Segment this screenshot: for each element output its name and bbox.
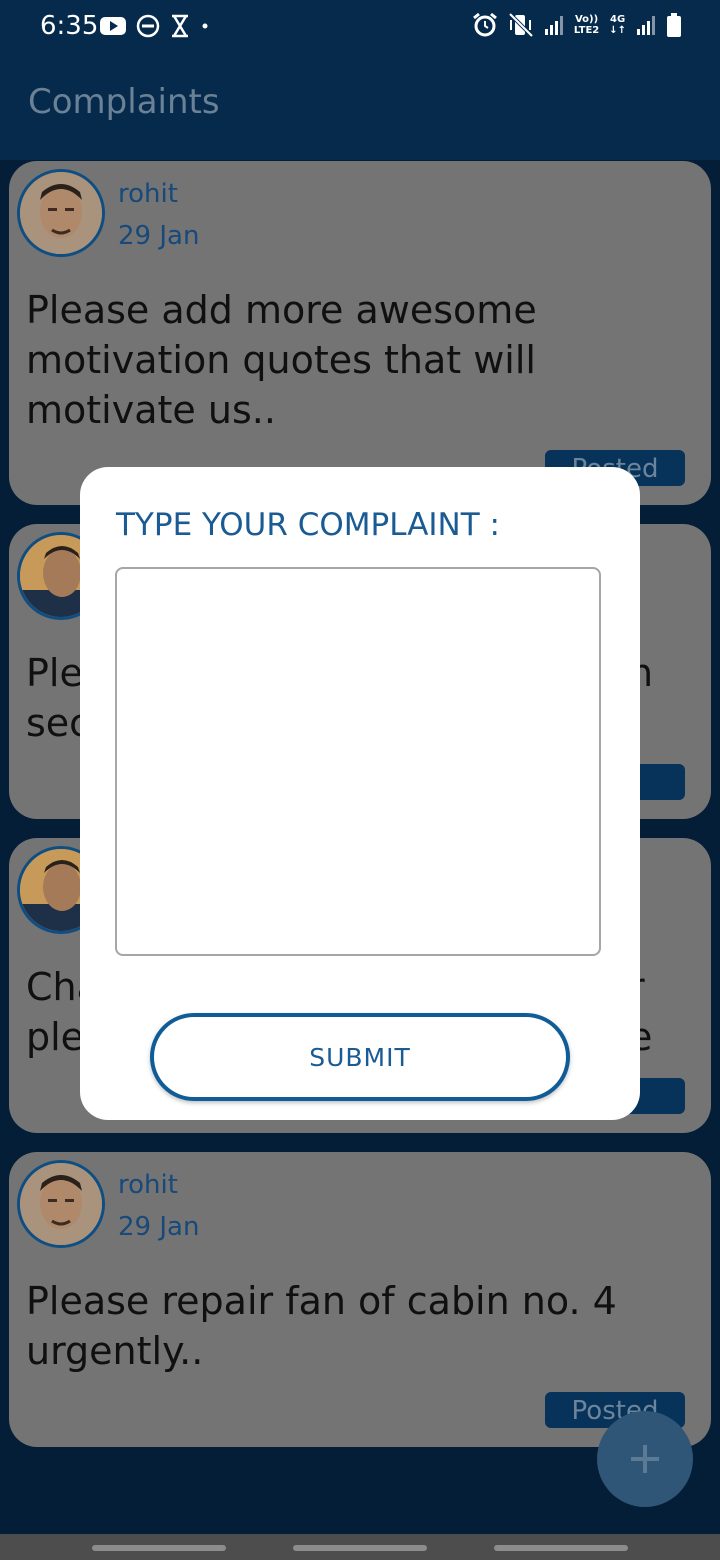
battery-icon — [667, 13, 681, 37]
avatar — [17, 169, 105, 257]
youtube-icon — [100, 17, 126, 35]
alarm-icon — [472, 12, 497, 37]
page-title: Complaints — [28, 82, 220, 122]
complaint-author: rohit — [118, 179, 178, 209]
hourglass-icon — [172, 14, 188, 38]
complaint-card[interactable]: rohit 29 Jan Please repair fan of cabin … — [9, 1152, 711, 1447]
4g-icon: 4G ↓↑ — [609, 14, 626, 36]
status-right-icons: Vo)) LTE2 4G ↓↑ — [472, 12, 682, 38]
status-bar: 6:35 Vo)) LTE2 4G ↓↑ — [0, 0, 720, 56]
complaint-input[interactable] — [115, 567, 601, 956]
plus-icon — [631, 1445, 659, 1473]
complaint-text: Please repair fan of cabin no. 4 urgentl… — [26, 1279, 617, 1373]
nav-home-button[interactable] — [293, 1545, 427, 1551]
do-not-disturb-icon — [136, 14, 160, 38]
complaint-date: 29 Jan — [118, 1212, 200, 1242]
complaint-dialog: TYPE YOUR COMPLAINT : SUBMIT — [80, 467, 640, 1120]
add-complaint-button[interactable] — [597, 1411, 693, 1507]
complaint-author: rohit — [118, 1170, 178, 1200]
system-navigation-bar — [0, 1534, 720, 1560]
complaint-text: Please add more awesome motivation quote… — [26, 288, 537, 432]
complaint-date: 29 Jan — [118, 221, 200, 251]
volte-lte2-icon: Vo)) LTE2 — [573, 14, 600, 36]
signal-icon — [544, 16, 563, 35]
vibrate-icon — [508, 12, 534, 38]
nav-recents-button[interactable] — [92, 1545, 226, 1551]
status-left-icons — [100, 14, 210, 38]
status-time: 6:35 — [40, 11, 99, 41]
dot-icon — [202, 23, 208, 29]
signal-icon — [637, 16, 655, 35]
avatar — [17, 1160, 105, 1248]
nav-back-button[interactable] — [494, 1545, 628, 1551]
submit-button[interactable]: SUBMIT — [150, 1013, 570, 1101]
dialog-title: TYPE YOUR COMPLAINT : — [116, 507, 500, 543]
complaint-card[interactable]: rohit 29 Jan Please add more awesome mot… — [9, 161, 711, 505]
